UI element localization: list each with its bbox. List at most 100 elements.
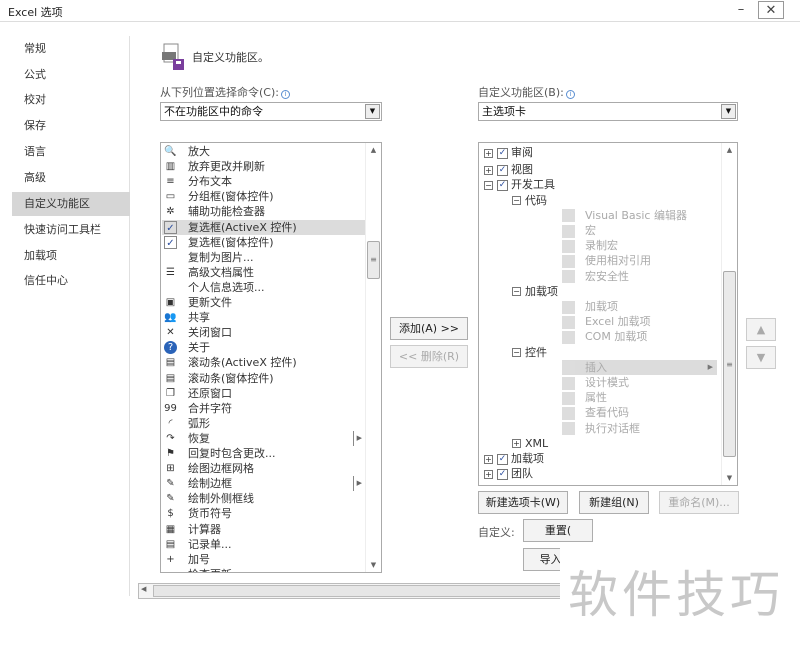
ribbon-tabs-combo[interactable]: 主选项卡 ▼ [478,102,738,121]
scroll-down-icon[interactable]: ▼ [722,471,737,485]
new-group-button[interactable]: 新建组(N) [579,491,649,514]
tree-checkbox[interactable]: ✓ [497,147,508,159]
scroll-up-icon[interactable]: ▲ [722,143,737,157]
tree-item[interactable]: 设计模式 [562,375,629,390]
tree-item[interactable]: 宏 [562,223,596,238]
tree-checkbox[interactable]: ✓ [497,468,508,480]
tree-checkbox[interactable]: ✓ [497,453,508,465]
tree-item[interactable]: 属性 [562,390,607,405]
chevron-down-icon[interactable]: ▼ [365,104,380,119]
command-item[interactable]: ≡ 分布文本 [162,174,366,189]
ribbon-tree[interactable]: + ✓ 团队 + ✓ 加载项 + XML 执行对话框 查看代码 属性 设计模式 插入 ▶ − 控件 COM 加载… [478,142,738,486]
command-item[interactable]: ↷ 恢复 ▶ [162,430,366,446]
tree-item[interactable]: COM 加载项 [562,329,647,344]
collapse-icon[interactable]: − [512,348,521,358]
tree-item[interactable]: 录制宏 [562,238,618,253]
command-item[interactable]: ⊞ 绘图边框网格 [162,461,366,476]
command-item[interactable]: ✓ 复选框(ActiveX 控件) [162,219,366,235]
add-button[interactable]: 添加(A) >> [390,317,468,340]
expand-icon[interactable]: + [512,439,521,449]
tree-item[interactable]: 执行对话框 [562,421,640,436]
tree-item[interactable]: − 控件 [512,345,547,360]
command-item[interactable]: ✕ 关闭窗口 [162,325,366,340]
tree-item[interactable]: − ✓ 开发工具 [484,177,555,192]
command-item[interactable]: 🔍 放大 [162,144,366,159]
expand-icon[interactable]: + [484,148,493,158]
command-item[interactable]: + 加号 [162,552,366,567]
command-item[interactable]: ⚑ 回复时包含更改... [162,446,366,461]
expand-icon[interactable]: + [484,469,493,479]
close-button[interactable]: ✕ [758,1,784,19]
command-item[interactable]: ✎ 绘制边框 ▶ [162,476,366,492]
expand-icon[interactable]: + [484,165,493,175]
command-item[interactable]: ▥ 放弃更改并刷新 [162,159,366,174]
tree-checkbox[interactable]: ✓ [497,164,508,176]
commands-from-combo[interactable]: 不在功能区中的命令 ▼ [160,102,382,121]
command-item[interactable]: ☰ 高级文档属性 [162,265,366,280]
command-item[interactable]: ✎ 绘制外侧框线 [162,491,366,506]
tree-item[interactable]: + XML [512,436,548,451]
sidebar-item[interactable]: 自定义功能区 [12,192,130,217]
tree-item[interactable]: + ✓ 加载项 [484,451,544,466]
sidebar-item[interactable]: 高级 [12,166,130,190]
scroll-left-icon[interactable]: ◀ [141,585,146,593]
tree-item[interactable]: 使用相对引用 [562,253,651,268]
tree-item[interactable]: Excel 加载项 [562,314,651,329]
tree-item[interactable]: 宏安全性 [562,269,629,284]
scroll-thumb[interactable]: ≡ [367,241,380,279]
command-item[interactable]: $ 货币符号 [162,506,366,521]
reset-button[interactable]: 重置( [523,519,593,542]
command-item[interactable]: ▣ 更新文件 [162,295,366,310]
scroll-up-icon[interactable]: ▲ [366,143,381,157]
tree-scrollbar[interactable]: ▲ ≡ ▼ [721,143,737,485]
command-item[interactable]: ◜ 弧形 [162,416,366,431]
remove-button[interactable]: << 删除(R) [390,345,468,368]
command-item[interactable]: 👥 共享 [162,310,366,325]
collapse-icon[interactable]: − [512,196,521,206]
command-item[interactable]: 复制为图片... [162,250,366,265]
command-item[interactable]: 99 合并字符 [162,401,366,416]
sidebar-item[interactable]: 加载项 [12,244,130,268]
tree-item[interactable]: 插入 ▶ [562,359,717,375]
command-item[interactable]: ▦ 计算器 [162,522,366,537]
tree-item[interactable]: 加载项 [562,299,618,314]
new-tab-button[interactable]: 新建选项卡(W) [478,491,568,514]
command-item[interactable]: ✲ 辅助功能检查器 [162,204,366,219]
sidebar-item[interactable]: 校对 [12,88,130,112]
sidebar-item[interactable]: 信任中心 [12,269,130,293]
sidebar-item[interactable]: 公式 [12,63,130,87]
tree-item[interactable]: 查看代码 [562,405,629,420]
command-item[interactable]: ▤ 记录单... [162,537,366,552]
move-down-button[interactable]: ▼ [746,346,776,369]
rename-button[interactable]: 重命名(M)... [659,491,739,514]
command-item[interactable]: ✓ 复选框(窗体控件) [162,235,366,250]
collapse-icon[interactable]: − [484,180,493,190]
sidebar-item[interactable]: 快速访问工具栏 [12,218,130,242]
chevron-down-icon[interactable]: ▼ [721,104,736,119]
command-item[interactable]: ▤ 滚动条(窗体控件) [162,371,366,386]
tree-item[interactable]: + ✓ 视图 [484,162,533,177]
commands-scrollbar[interactable]: ▲ ≡ ▼ [365,143,381,572]
tree-item[interactable]: + ✓ 审阅 [484,145,533,160]
minimize-button[interactable]: – [728,1,754,19]
move-up-button[interactable]: ▲ [746,318,776,341]
sidebar-item[interactable]: 常规 [12,37,130,61]
sidebar-item[interactable]: 保存 [12,114,130,138]
command-item[interactable]: ? 关于 [162,340,366,355]
command-item[interactable]: 个人信息选项... [162,280,366,295]
tree-item[interactable]: − 加载项 [512,284,558,299]
collapse-icon[interactable]: − [512,287,521,297]
scroll-down-icon[interactable]: ▼ [366,558,381,572]
scroll-thumb[interactable]: ≡ [723,271,736,457]
command-item[interactable]: ▭ 分组框(窗体控件) [162,189,366,204]
command-item[interactable]: ❐ 还原窗口 [162,386,366,401]
tree-item[interactable]: Visual Basic 编辑器 [562,208,687,223]
tree-item[interactable]: + ✓ 团队 [484,466,533,481]
tree-item[interactable]: − 代码 [512,193,547,208]
tree-checkbox[interactable]: ✓ [497,179,508,191]
expand-icon[interactable]: + [484,454,493,464]
command-item[interactable]: 检查更新 [162,567,366,572]
command-item[interactable]: ▤ 滚动条(ActiveX 控件) [162,355,366,370]
sidebar-item[interactable]: 语言 [12,140,130,164]
commands-list[interactable]: 检查更新 + 加号 ▤ 记录单... ▦ 计算器 $ 货币符号 ✎ 绘制外侧框线 ✎ 绘制边框 ▶ ⊞ 绘图边… [160,142,382,573]
